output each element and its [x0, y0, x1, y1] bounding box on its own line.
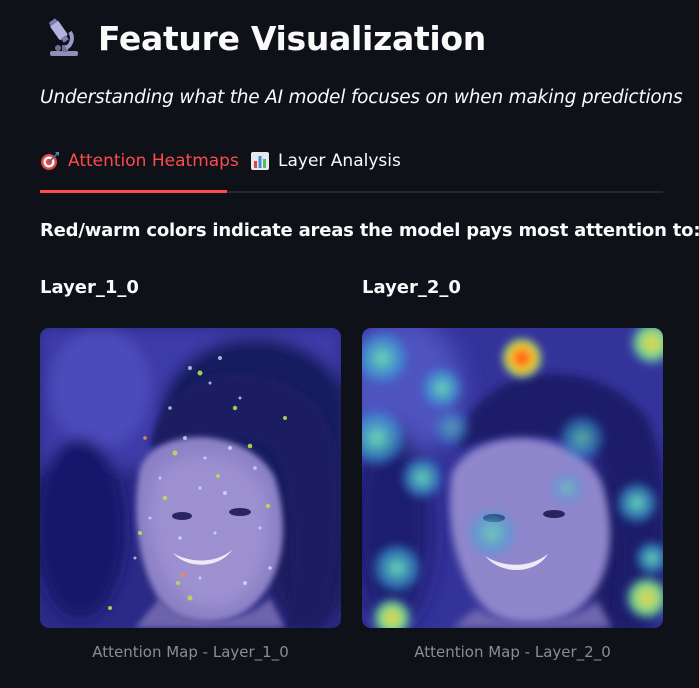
heatmap-panel-layer-2: Layer_2_0 Attention Map - Layer_2_0	[362, 277, 663, 661]
panel-caption: Attention Map - Layer_1_0	[92, 643, 289, 661]
heatmap-instructions: Red/warm colors indicate areas the model…	[40, 220, 699, 241]
microscope-icon	[49, 18, 78, 56]
target-icon	[41, 152, 59, 170]
attention-heatmap-image	[40, 328, 341, 628]
page-subtitle: Understanding what the AI model focuses …	[40, 87, 683, 108]
page-header: Feature Visualization	[44, 18, 486, 58]
bar-chart-icon	[251, 152, 269, 170]
panel-heading: Layer_1_0	[40, 277, 139, 298]
feature-visualization-page: Feature Visualization Understanding what…	[0, 0, 699, 688]
active-tab-indicator	[40, 190, 227, 193]
tab-layer-analysis[interactable]: Layer Analysis	[250, 151, 401, 171]
attention-heatmap-image	[362, 328, 663, 628]
panel-heading: Layer_2_0	[362, 277, 461, 298]
tab-attention-heatmaps[interactable]: Attention Heatmaps	[40, 151, 239, 171]
tab-label-attention-heatmaps: Attention Heatmaps	[68, 151, 239, 171]
tab-bar: Attention Heatmaps Layer Analysis	[40, 145, 663, 193]
panel-caption: Attention Map - Layer_2_0	[414, 643, 611, 661]
tab-label-layer-analysis: Layer Analysis	[278, 151, 401, 171]
heatmap-panel-layer-1: Layer_1_0 Attention Map - Layer_1_0	[40, 277, 341, 661]
page-title: Feature Visualization	[98, 18, 486, 58]
